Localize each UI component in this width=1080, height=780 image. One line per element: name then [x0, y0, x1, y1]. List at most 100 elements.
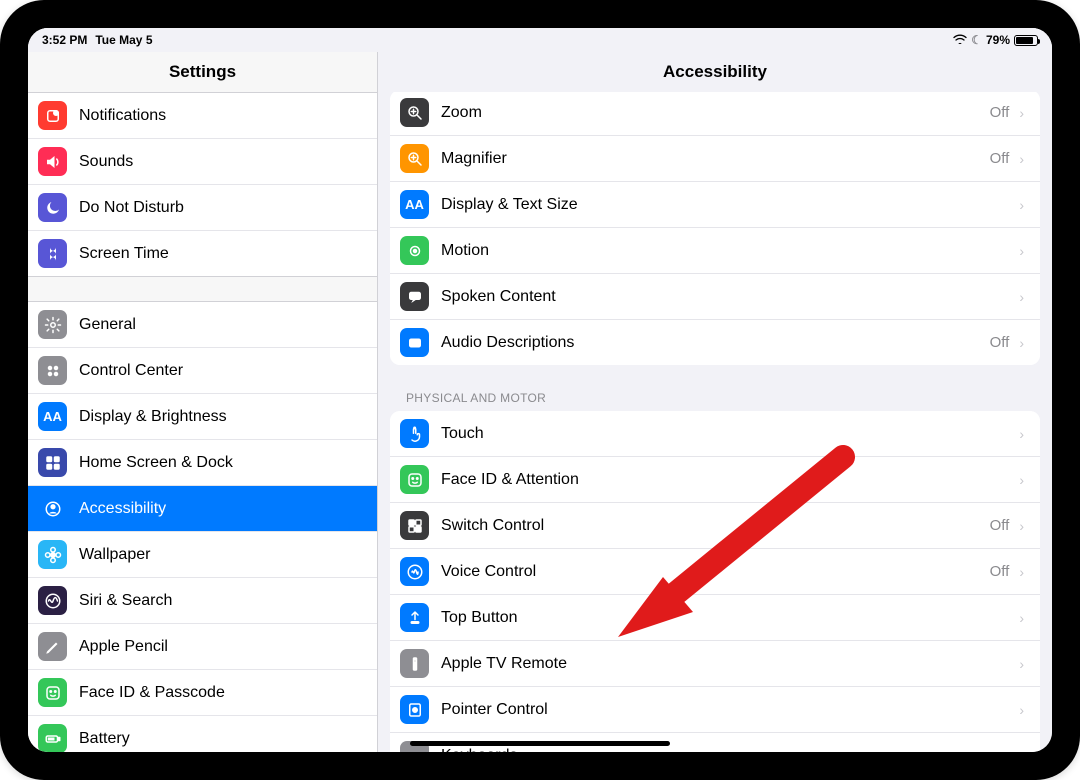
remote-icon	[400, 649, 429, 678]
detail-item-motion[interactable]: Motion›	[390, 227, 1040, 273]
chevron-right-icon: ›	[1019, 472, 1024, 488]
row-value: Off	[990, 517, 1016, 534]
gear-icon	[38, 310, 67, 339]
row-value: Off	[990, 150, 1016, 167]
topbutton-icon	[400, 603, 429, 632]
pointer-icon	[400, 695, 429, 724]
detail-item-spoken-content[interactable]: Spoken Content ›	[390, 273, 1040, 319]
physical-header: PHYSICAL AND MOTOR	[378, 385, 1052, 411]
status-date: Tue May 5	[95, 33, 152, 47]
control-icon	[38, 356, 67, 385]
row-label: Face ID & Passcode	[79, 684, 225, 702]
moon-icon: ☾	[971, 33, 982, 47]
row-label: Magnifier	[441, 150, 507, 168]
sidebar-scroll[interactable]: Notifications Sounds Do Not Disturb Screen …	[28, 92, 377, 752]
sidebar-item-do-not-disturb[interactable]: Do Not Disturb	[28, 184, 377, 230]
sidebar-item-apple-pencil[interactable]: Apple Pencil	[28, 623, 377, 669]
row-label: Do Not Disturb	[79, 199, 184, 217]
row-value: Off	[990, 563, 1016, 580]
row-label: Accessibility	[79, 500, 166, 518]
device-bezel: 3:52 PM Tue May 5 ☾ 79% Settings Notific…	[0, 0, 1080, 780]
detail-item-zoom[interactable]: ZoomOff›	[390, 92, 1040, 135]
detail-item-touch[interactable]: Touch›	[390, 411, 1040, 456]
row-label: Spoken Content	[441, 288, 556, 306]
sidebar-item-control-center[interactable]: Control Center	[28, 347, 377, 393]
sidebar-item-display-brightness[interactable]: AADisplay & Brightness	[28, 393, 377, 439]
row-label: Apple TV Remote	[441, 655, 567, 673]
sidebar-item-accessibility[interactable]: Accessibility	[28, 485, 377, 531]
battery-icon	[38, 724, 67, 752]
status-time: 3:52 PM	[42, 33, 87, 47]
row-label: Control Center	[79, 362, 183, 380]
hourglass-icon	[38, 239, 67, 268]
siri-icon	[38, 586, 67, 615]
row-label: Notifications	[79, 107, 166, 125]
chevron-right-icon: ›	[1019, 564, 1024, 580]
flower-icon	[38, 540, 67, 569]
sidebar-item-general[interactable]: General	[28, 302, 377, 347]
chevron-right-icon: ›	[1019, 748, 1024, 753]
notifications-icon	[38, 101, 67, 130]
detail-item-display-text-size[interactable]: AADisplay & Text Size›	[390, 181, 1040, 227]
row-label: Face ID & Attention	[441, 471, 579, 489]
row-label: Wallpaper	[79, 546, 150, 564]
row-label: Pointer Control	[441, 701, 548, 719]
sidebar-item-sounds[interactable]: Sounds	[28, 138, 377, 184]
battery-pct: 79%	[986, 33, 1010, 47]
row-label: General	[79, 316, 136, 334]
detail-item-voice-control[interactable]: Voice Control Off›	[390, 548, 1040, 594]
zoom-icon	[400, 98, 429, 127]
sidebar-item-notifications[interactable]: Notifications	[28, 93, 377, 138]
sidebar-item-wallpaper[interactable]: Wallpaper	[28, 531, 377, 577]
chevron-right-icon: ›	[1019, 610, 1024, 626]
detail-item-magnifier[interactable]: Magnifier Off›	[390, 135, 1040, 181]
detail-item-apple-tv-remote[interactable]: Apple TV Remote ›	[390, 640, 1040, 686]
face-icon	[38, 678, 67, 707]
sidebar-item-home-screen-dock[interactable]: Home Screen & Dock	[28, 439, 377, 485]
row-label: Top Button	[441, 609, 518, 627]
row-label: Sounds	[79, 153, 133, 171]
audio-icon	[400, 328, 429, 357]
chevron-right-icon: ›	[1019, 105, 1024, 121]
pencil-icon	[38, 632, 67, 661]
row-label: Zoom	[441, 104, 482, 122]
row-label: Display & Brightness	[79, 408, 227, 426]
chevron-right-icon: ›	[1019, 702, 1024, 718]
detail-item-face-id-attention[interactable]: Face ID & Attention ›	[390, 456, 1040, 502]
sidebar: Settings NotificationsSoundsDo Not Distu…	[28, 28, 378, 752]
chevron-right-icon: ›	[1019, 243, 1024, 259]
detail-item-pointer-control[interactable]: Pointer Control ›	[390, 686, 1040, 732]
row-label: Battery	[79, 730, 130, 748]
home-indicator	[410, 741, 670, 746]
row-label: Voice Control	[441, 563, 536, 581]
row-value: Off	[990, 334, 1016, 351]
row-label: Switch Control	[441, 517, 544, 535]
chevron-right-icon: ›	[1019, 656, 1024, 672]
grid-icon	[38, 448, 67, 477]
sidebar-item-screen-time[interactable]: Screen Time	[28, 230, 377, 276]
detail-item-switch-control[interactable]: Switch Control Off›	[390, 502, 1040, 548]
switch-icon	[400, 511, 429, 540]
AA-icon: AA	[400, 190, 429, 219]
detail-scroll[interactable]: ZoomOff›MagnifierOff›AADisplay & Text Si…	[378, 92, 1052, 752]
person-icon	[38, 494, 67, 523]
row-label: Display & Text Size	[441, 196, 578, 214]
sidebar-item-battery[interactable]: Battery	[28, 715, 377, 752]
chevron-right-icon: ›	[1019, 289, 1024, 305]
face-icon	[400, 465, 429, 494]
wifi-icon	[953, 33, 967, 47]
row-label: Audio Descriptions	[441, 334, 574, 352]
row-label: Apple Pencil	[79, 638, 168, 656]
speech-icon	[400, 282, 429, 311]
chevron-right-icon: ›	[1019, 518, 1024, 534]
sidebar-item-face-id-passcode[interactable]: Face ID & Passcode	[28, 669, 377, 715]
sidebar-item-siri-search[interactable]: Siri & Search	[28, 577, 377, 623]
battery-icon	[1014, 35, 1038, 46]
detail-item-audio-descriptions[interactable]: Audio DescriptionsOff›	[390, 319, 1040, 365]
row-label: Siri & Search	[79, 592, 172, 610]
detail-item-top-button[interactable]: Top Button ›	[390, 594, 1040, 640]
touch-icon	[400, 419, 429, 448]
chevron-right-icon: ›	[1019, 151, 1024, 167]
row-label: Screen Time	[79, 245, 169, 263]
magnifier-icon	[400, 144, 429, 173]
